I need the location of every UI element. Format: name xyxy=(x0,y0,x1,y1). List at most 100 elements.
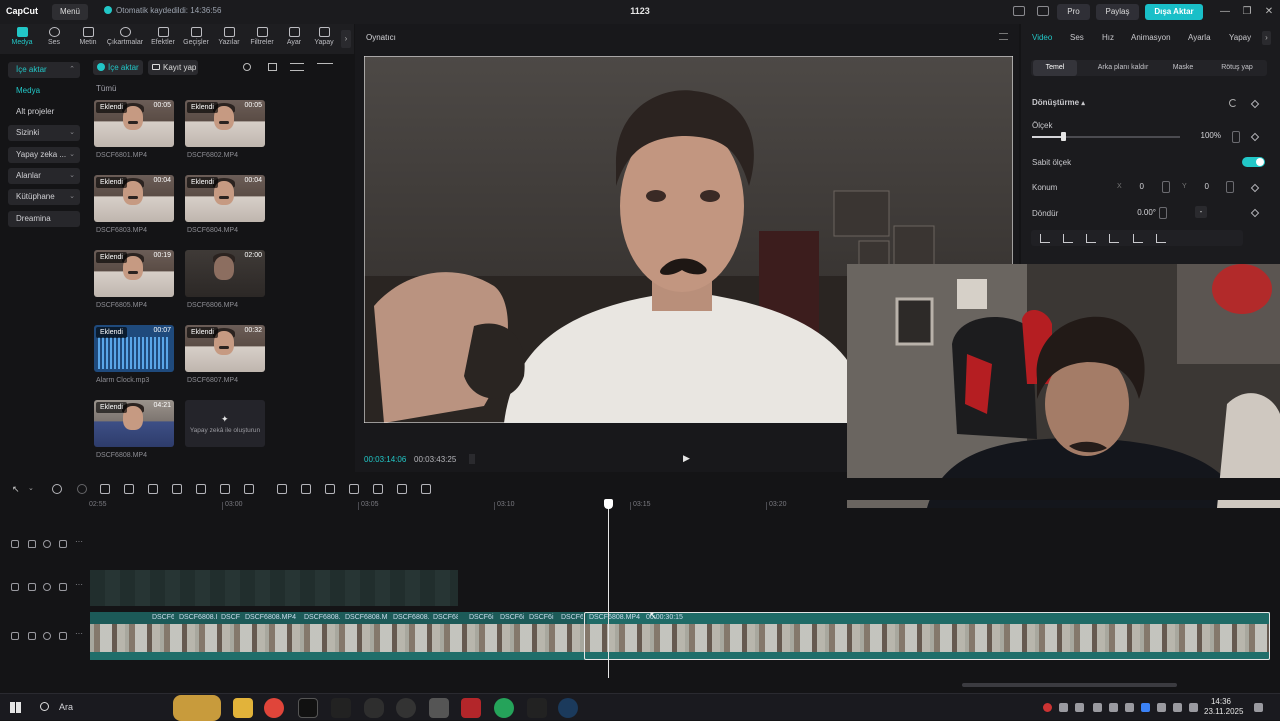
maximize-icon[interactable]: ❐ xyxy=(1239,4,1255,20)
steam-icon[interactable] xyxy=(558,698,578,718)
position-x-stepper[interactable] xyxy=(1162,181,1170,193)
close-icon[interactable]: ✕ xyxy=(1261,4,1277,20)
tray-steam-icon[interactable] xyxy=(1075,703,1084,712)
align-center-h-icon[interactable] xyxy=(1063,234,1073,243)
keyframe-icon[interactable] xyxy=(1250,183,1260,193)
r-app-icon[interactable] xyxy=(298,698,318,718)
toolbar-item-audio[interactable]: Ses xyxy=(40,27,68,53)
capcut-taskbar-icon[interactable] xyxy=(331,698,351,718)
network-icon[interactable] xyxy=(1173,703,1182,712)
timeline-clip[interactable]: DSCF xyxy=(219,612,241,624)
file-explorer-icon[interactable] xyxy=(233,698,253,718)
toolbar-item-text[interactable]: Metin xyxy=(72,27,104,53)
caption-icon[interactable] xyxy=(373,484,383,494)
capcut-taskbar-icon-2[interactable] xyxy=(527,698,547,718)
mirror-icon[interactable] xyxy=(301,484,311,494)
timeline-clip[interactable]: DSCF6i xyxy=(527,612,555,624)
overlay-track-clips[interactable] xyxy=(90,570,458,606)
filter-icon[interactable] xyxy=(317,63,333,71)
transform-section[interactable]: Dönüştürme ▴ xyxy=(1032,98,1085,107)
timeline-clip[interactable]: DSCF6i xyxy=(498,612,524,624)
notification-icon[interactable] xyxy=(1254,703,1263,712)
timeline-clip[interactable]: DSCF6808.MI xyxy=(343,612,388,624)
tray-gpu-icon[interactable] xyxy=(1157,703,1166,712)
cursor-mode-dropdown[interactable]: ⌄ xyxy=(28,484,38,494)
obs-icon[interactable] xyxy=(396,698,416,718)
scale-stepper[interactable] xyxy=(1232,131,1240,143)
tab-video[interactable]: Video xyxy=(1032,33,1052,42)
playhead[interactable] xyxy=(608,500,609,678)
microphone-icon[interactable] xyxy=(429,698,449,718)
keyframe-icon[interactable] xyxy=(1250,208,1260,218)
tabs-scroll-right-button[interactable]: › xyxy=(1262,31,1271,45)
keyframe-icon[interactable] xyxy=(1250,132,1260,142)
more-icon[interactable]: ··· xyxy=(75,537,83,546)
motion-tracking-icon[interactable] xyxy=(421,484,431,494)
taskbar-clock[interactable]: 14:36 23.11.2025 xyxy=(1204,697,1243,717)
subtab-mask[interactable]: Maske xyxy=(1165,60,1201,76)
crop-icon[interactable] xyxy=(220,484,230,494)
timeline-clip[interactable]: DSCF6808.MP4 xyxy=(243,612,299,624)
tray-usb-icon[interactable] xyxy=(1093,703,1102,712)
lock-icon[interactable] xyxy=(28,583,36,591)
sort-icon[interactable] xyxy=(290,63,304,71)
keyframe-icon[interactable] xyxy=(1250,99,1260,109)
toolbar-item-ai[interactable]: Yapay xyxy=(310,27,338,53)
timeline-ruler[interactable]: 02:55 03:00 03:05 03:10 03:15 03:20 xyxy=(0,500,1280,512)
player-menu-icon[interactable] xyxy=(999,33,1008,40)
align-center-v-icon[interactable] xyxy=(1133,234,1143,243)
trim-left-icon[interactable] xyxy=(124,484,134,494)
tray-display-icon[interactable] xyxy=(1125,703,1134,712)
rotate-stepper[interactable] xyxy=(1159,207,1167,219)
redo-icon[interactable] xyxy=(77,484,87,494)
tab-audio[interactable]: Ses xyxy=(1070,33,1084,42)
tab-animation[interactable]: Animasyon xyxy=(1131,33,1171,42)
eye-icon[interactable] xyxy=(43,583,51,591)
record-button[interactable]: Kayıt yap xyxy=(148,60,198,75)
subtab-retouch[interactable]: Rötuş yap xyxy=(1209,60,1265,76)
align-bottom-icon[interactable] xyxy=(1156,234,1166,243)
sidebar-item-subprojects[interactable]: Alt projeler xyxy=(8,104,80,120)
share-button[interactable]: Paylaş xyxy=(1096,4,1139,20)
speaker-icon[interactable] xyxy=(59,540,67,548)
scale-input[interactable]: 100% xyxy=(1191,131,1221,145)
timeline-clip[interactable]: DSCF6808.I xyxy=(302,612,340,624)
position-x-input[interactable]: 0 xyxy=(1129,182,1144,196)
subtab-remove-bg[interactable]: Arka planı kaldır xyxy=(1085,60,1161,76)
sidebar-item-import[interactable]: İçe aktar ⌃ xyxy=(8,62,80,78)
timeline-scrollbar[interactable] xyxy=(962,683,1177,687)
tray-mic-icon[interactable] xyxy=(1109,703,1118,712)
speaker-icon[interactable] xyxy=(59,632,67,640)
auto-cutout-icon[interactable] xyxy=(325,484,335,494)
eye-icon[interactable] xyxy=(43,540,51,548)
timeline-clip[interactable]: DSCF6808.I xyxy=(177,612,217,624)
align-top-icon[interactable] xyxy=(1109,234,1119,243)
subtab-basic[interactable]: Temel xyxy=(1033,60,1077,76)
track-cover-icon[interactable] xyxy=(11,583,19,591)
sidebar-item-dreamina[interactable]: Dreamina xyxy=(8,211,80,227)
magic-wand-icon[interactable] xyxy=(349,484,359,494)
split-icon[interactable] xyxy=(100,484,110,494)
rotate-flip-button[interactable]: - xyxy=(1195,206,1207,218)
trim-right-icon[interactable] xyxy=(148,484,158,494)
sidebar-item-library[interactable]: Kütüphane ⌄ xyxy=(8,189,80,205)
scale-slider-handle[interactable] xyxy=(1061,132,1067,141)
toolbar-item-media[interactable]: Medya xyxy=(6,27,38,53)
toolbar-item-captions[interactable]: Yazılar xyxy=(214,27,244,53)
weather-widget-icon[interactable] xyxy=(173,695,221,721)
reset-icon[interactable] xyxy=(1229,99,1237,107)
lock-icon[interactable] xyxy=(28,632,36,640)
timeline-clip[interactable]: DSCF68 xyxy=(431,612,458,624)
undo-icon[interactable] xyxy=(52,484,62,494)
search-icon[interactable] xyxy=(243,63,251,71)
rotate-input[interactable]: 0.00° xyxy=(1116,208,1156,222)
volume-icon[interactable] xyxy=(1189,703,1198,712)
speed-curve-icon[interactable] xyxy=(244,484,254,494)
layout-icon[interactable] xyxy=(1013,6,1025,16)
timeline-clip[interactable]: DSCF6808.I xyxy=(391,612,429,624)
track-cover-icon[interactable] xyxy=(11,632,19,640)
toolbar-scroll-right-button[interactable]: › xyxy=(341,30,351,48)
minimize-icon[interactable]: — xyxy=(1217,4,1233,20)
align-right-icon[interactable] xyxy=(1086,234,1096,243)
eye-icon[interactable] xyxy=(43,632,51,640)
